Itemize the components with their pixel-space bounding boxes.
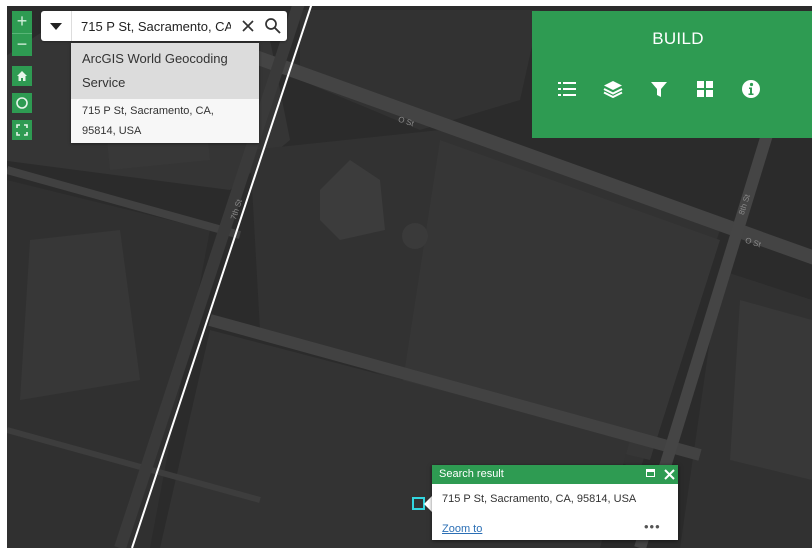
build-panel: BUILD	[532, 11, 812, 138]
zoom-to-link[interactable]: Zoom to	[442, 523, 482, 535]
search-source-dropdown[interactable]	[41, 11, 72, 41]
layers-button[interactable]	[599, 78, 626, 100]
fullscreen-button[interactable]	[12, 120, 32, 140]
locate-button[interactable]	[12, 93, 32, 113]
build-panel-title: BUILD	[652, 29, 704, 48]
popup-header: Search result	[432, 465, 678, 484]
close-icon[interactable]	[663, 468, 676, 481]
search-suggestions: ArcGIS World Geocoding Service 715 P St,…	[71, 43, 259, 143]
home-button[interactable]	[12, 66, 32, 86]
fullscreen-icon	[16, 124, 28, 136]
layers-icon	[603, 81, 622, 98]
caret-down-icon	[50, 22, 62, 30]
suggestion-line2: 95814, USA	[82, 125, 142, 137]
frame-left	[0, 0, 7, 548]
suggestion-source-header: ArcGIS World Geocoding Service	[71, 43, 259, 99]
zoom-out-button[interactable]: −	[12, 33, 32, 56]
search-result-popup: Search result 715 P St, Sacramento, CA, …	[432, 465, 678, 540]
popup-address: 715 P St, Sacramento, CA, 95814, USA	[442, 493, 637, 505]
suggestion-line1: 715 P St, Sacramento, CA,	[82, 105, 214, 117]
filter-icon	[650, 82, 667, 97]
filter-button[interactable]	[645, 78, 672, 100]
list-button[interactable]	[553, 78, 580, 100]
locate-icon	[16, 97, 28, 109]
grid-button[interactable]	[691, 78, 718, 100]
build-toolbar	[553, 78, 783, 100]
info-button[interactable]	[737, 78, 764, 100]
zoom-control: + −	[12, 11, 32, 56]
suggestion-item[interactable]: 715 P St, Sacramento, CA, 95814, USA	[71, 99, 259, 143]
frame-top	[0, 0, 812, 6]
popup-title: Search result	[439, 468, 504, 480]
list-icon	[557, 82, 576, 96]
maximize-icon[interactable]	[646, 469, 655, 477]
home-icon	[17, 71, 27, 81]
search-widget	[41, 11, 287, 41]
more-options-icon[interactable]: •••	[644, 519, 661, 534]
zoom-in-button[interactable]: +	[12, 11, 32, 33]
search-input[interactable]	[81, 17, 231, 35]
clear-icon[interactable]	[239, 17, 257, 35]
search-icon[interactable]	[263, 16, 283, 36]
grid-icon	[696, 81, 713, 97]
info-icon	[741, 80, 760, 98]
popup-pointer	[424, 496, 432, 512]
